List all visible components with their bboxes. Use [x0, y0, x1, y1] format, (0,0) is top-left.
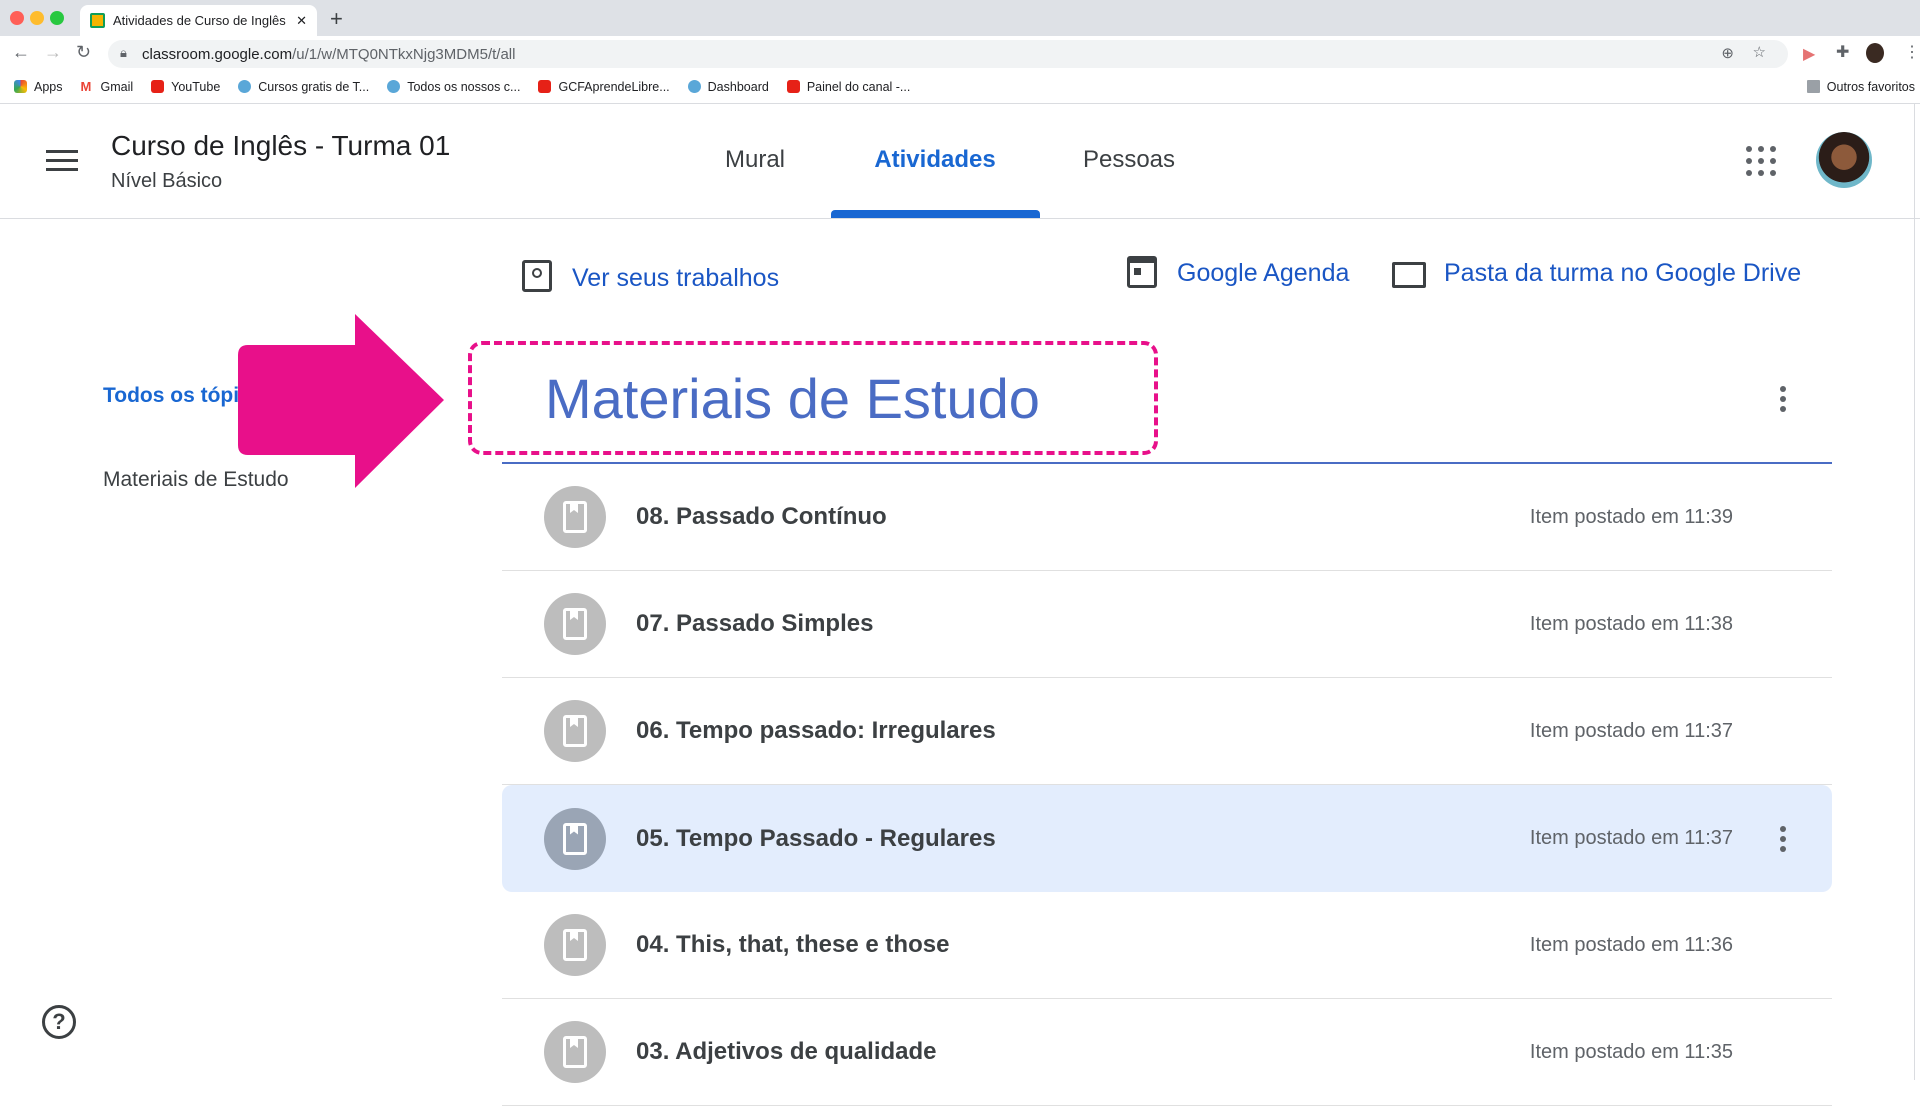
- bookmark-label: Painel do canal -...: [806, 79, 911, 94]
- folder-icon: [1806, 80, 1820, 93]
- annotation-arrow: [238, 314, 444, 488]
- bookmarks-bar: Apps M Gmail YouTube Cursos gratis de T..…: [0, 70, 1920, 104]
- globe-icon: [687, 80, 701, 93]
- active-tab-indicator: [831, 210, 1040, 218]
- bookmark-label: Apps: [34, 79, 63, 94]
- class-title[interactable]: Curso de Inglês - Turma 01: [111, 130, 450, 162]
- maximize-window-button[interactable]: [50, 11, 64, 25]
- assignment-person-icon: [522, 260, 552, 292]
- google-calendar-link[interactable]: Google Agenda: [1177, 259, 1349, 288]
- bookmark-item[interactable]: Apps: [14, 80, 63, 94]
- item-posted-time: Item postado em 11:39: [1529, 505, 1733, 528]
- bookmark-item[interactable]: Cursos gratis de T...: [238, 80, 369, 94]
- youtube-icon: [151, 80, 165, 93]
- main-menu-icon[interactable]: [46, 150, 78, 171]
- globe-icon: [238, 80, 252, 93]
- bookmark-label: Outros favoritos: [1826, 79, 1915, 94]
- zoom-icon[interactable]: ⊕: [1721, 44, 1734, 62]
- bookmark-label: YouTube: [171, 79, 221, 94]
- scrollbar[interactable]: [1914, 104, 1915, 1080]
- view-your-work-link[interactable]: Ver seus trabalhos: [572, 264, 779, 293]
- topic-more-options-icon[interactable]: [1779, 386, 1787, 412]
- item-posted-time: Item postado em 11:36: [1529, 933, 1733, 956]
- material-icon: [544, 486, 606, 548]
- item-more-options-icon[interactable]: [1779, 825, 1787, 852]
- bookmark-label: GCFAprendeLibre...: [558, 79, 670, 94]
- item-posted-time: Item postado em 11:37: [1529, 827, 1733, 849]
- bookmark-item[interactable]: M Gmail: [81, 80, 134, 94]
- bookmark-item[interactable]: Todos os nossos c...: [387, 80, 520, 94]
- back-icon[interactable]: ←: [12, 42, 30, 63]
- bookmark-item[interactable]: GCFAprendeLibre...: [538, 79, 670, 94]
- material-icon: [544, 593, 606, 655]
- bookmark-label: Todos os nossos c...: [407, 79, 521, 94]
- tab-mural[interactable]: Mural: [725, 146, 785, 174]
- tab-atividades[interactable]: Atividades: [874, 146, 995, 174]
- class-subtitle: Nível Básico: [111, 170, 223, 192]
- list-item[interactable]: 03. Adjetivos de qualidade Item postado …: [502, 999, 1832, 1106]
- drive-folder-link[interactable]: Pasta da turma no Google Drive: [1444, 259, 1801, 288]
- url-path: /u/1/w/MTQ0NTkxNjg3MDM5/t/all: [292, 45, 516, 63]
- list-item[interactable]: 05. Tempo Passado - Regulares Item posta…: [502, 785, 1832, 892]
- google-apps-icon[interactable]: [1746, 146, 1776, 176]
- gmail-icon: M: [80, 79, 92, 94]
- help-icon[interactable]: ?: [42, 1005, 76, 1039]
- bookmark-label: Gmail: [100, 79, 134, 94]
- bookmark-label: Cursos gratis de T...: [258, 79, 370, 94]
- tab-title: Atividades de Curso de Inglês: [113, 13, 286, 28]
- youtube-icon: [786, 80, 800, 93]
- forward-icon[interactable]: →: [44, 42, 62, 63]
- lock-icon: 🔒︎: [120, 45, 127, 60]
- bookmark-label: Dashboard: [707, 79, 769, 94]
- calendar-icon: [1127, 256, 1157, 288]
- browser-menu-icon[interactable]: ⋮: [1904, 42, 1920, 62]
- new-tab-button[interactable]: +: [330, 6, 343, 32]
- bookmark-star-icon[interactable]: ☆: [1753, 43, 1766, 61]
- tab-pessoas[interactable]: Pessoas: [1083, 146, 1175, 174]
- bookmark-item[interactable]: YouTube: [151, 80, 220, 94]
- material-icon: [544, 807, 606, 870]
- topic-title: Materiais de Estudo: [545, 367, 1040, 430]
- user-avatar[interactable]: [1816, 132, 1872, 188]
- bookmark-item[interactable]: Painel do canal -...: [786, 79, 911, 94]
- list-item[interactable]: 08. Passado Contínuo Item postado em 11:…: [502, 464, 1832, 571]
- close-tab-icon[interactable]: ✕: [296, 13, 307, 29]
- bookmark-item[interactable]: Dashboard: [687, 79, 769, 94]
- reload-icon[interactable]: ↻: [76, 42, 91, 63]
- browser-tab[interactable]: Atividades de Curso de Inglês ✕: [80, 5, 317, 36]
- material-icon: [544, 914, 606, 976]
- item-posted-time: Item postado em 11:37: [1529, 719, 1733, 742]
- material-icon: [544, 700, 606, 762]
- apps-grid-icon: [14, 80, 27, 93]
- youtube-icon: [538, 80, 552, 93]
- profile-avatar[interactable]: [1866, 43, 1884, 63]
- close-window-button[interactable]: [10, 11, 24, 25]
- item-posted-time: Item postado em 11:38: [1529, 612, 1733, 635]
- list-item[interactable]: 07. Passado Simples Item postado em 11:3…: [502, 571, 1832, 678]
- extension-icon[interactable]: ▶: [1803, 44, 1815, 64]
- classroom-favicon: [90, 13, 105, 28]
- folder-icon: [1392, 262, 1426, 288]
- address-bar[interactable]: 🔒︎ classroom.google.com/u/1/w/MTQ0NTkxNj…: [108, 40, 1788, 68]
- url-host: classroom.google.com: [142, 45, 293, 63]
- minimize-window-button[interactable]: [30, 11, 44, 25]
- globe-icon: [387, 80, 401, 93]
- other-bookmarks[interactable]: Outros favoritos: [1806, 79, 1915, 94]
- material-icon: [544, 1021, 606, 1083]
- list-item[interactable]: 06. Tempo passado: Irregulares Item post…: [502, 678, 1832, 785]
- list-item[interactable]: 04. This, that, these e those Item posta…: [502, 892, 1832, 999]
- item-posted-time: Item postado em 11:35: [1529, 1040, 1733, 1063]
- extensions-puzzle-icon[interactable]: ✚: [1836, 42, 1849, 62]
